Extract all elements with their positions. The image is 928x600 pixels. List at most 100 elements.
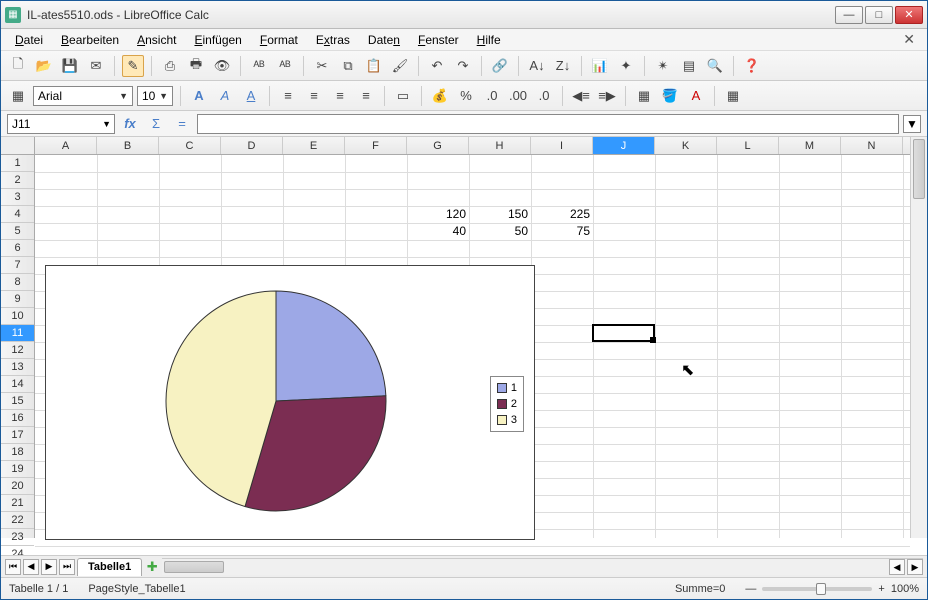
row-header-15[interactable]: 15 (1, 393, 34, 410)
spreadsheet-grid[interactable]: ABCDEFGHIJKLMN 1234567891011121314151617… (1, 137, 927, 555)
col-header-H[interactable]: H (469, 137, 531, 154)
col-header-I[interactable]: I (531, 137, 593, 154)
scrollbar-thumb[interactable] (164, 561, 224, 573)
datasource-icon[interactable]: ▤ (678, 55, 700, 77)
zoom-icon[interactable]: 🔍 (704, 55, 726, 77)
menu-daten[interactable]: Daten (360, 31, 408, 49)
new-icon[interactable]: 🗋 (7, 55, 29, 77)
row-header-8[interactable]: 8 (1, 274, 34, 291)
fx-icon[interactable]: fx (119, 113, 141, 135)
row-header-6[interactable]: 6 (1, 240, 34, 257)
add-sheet-icon[interactable]: ✚ (144, 559, 160, 575)
col-header-E[interactable]: E (283, 137, 345, 154)
align-right-icon[interactable]: ≡ (329, 85, 351, 107)
cell-reference-input[interactable] (8, 117, 102, 131)
tab-next-icon[interactable]: ▶ (41, 559, 57, 575)
del-decimal-icon[interactable]: .0 (533, 85, 555, 107)
add-decimal-icon[interactable]: .00 (507, 85, 529, 107)
close-button[interactable]: ✕ (895, 6, 923, 24)
indent-more-icon[interactable]: ≡▶ (596, 85, 618, 107)
formula-input-box[interactable] (197, 114, 899, 134)
maximize-button[interactable]: □ (865, 6, 893, 24)
zoom-control[interactable]: — + 100% (745, 583, 919, 595)
cell-G5[interactable]: 40 (407, 223, 469, 240)
col-header-A[interactable]: A (35, 137, 97, 154)
scrollbar-thumb[interactable] (913, 139, 925, 199)
chart-icon[interactable]: 📊 (589, 55, 611, 77)
col-header-L[interactable]: L (717, 137, 779, 154)
pdf-icon[interactable]: ⎙ (159, 55, 181, 77)
menu-ansicht[interactable]: Ansicht (129, 31, 184, 49)
zoom-in-icon[interactable]: + (878, 583, 884, 595)
row-header-2[interactable]: 2 (1, 172, 34, 189)
row-header-3[interactable]: 3 (1, 189, 34, 206)
status-sum[interactable]: Summe=0 (675, 583, 725, 595)
row-header-19[interactable]: 19 (1, 461, 34, 478)
row-header-21[interactable]: 21 (1, 495, 34, 512)
row-header-10[interactable]: 10 (1, 308, 34, 325)
row-header-1[interactable]: 1 (1, 155, 34, 172)
menu-format[interactable]: Format (252, 31, 306, 49)
chart-object[interactable]: 123 (45, 265, 535, 540)
col-header-M[interactable]: M (779, 137, 841, 154)
font-name-combo[interactable]: ▼ (33, 86, 133, 106)
col-header-J[interactable]: J (593, 137, 655, 154)
col-header-K[interactable]: K (655, 137, 717, 154)
col-header-C[interactable]: C (159, 137, 221, 154)
col-header-N[interactable]: N (841, 137, 903, 154)
col-header-F[interactable]: F (345, 137, 407, 154)
row-header-5[interactable]: 5 (1, 223, 34, 240)
spellcheck-icon[interactable]: ᴬᴮ (248, 55, 270, 77)
row-header-23[interactable]: 23 (1, 529, 34, 546)
row-header-18[interactable]: 18 (1, 444, 34, 461)
minimize-button[interactable]: — (835, 6, 863, 24)
preview-icon[interactable]: 👁 (211, 55, 233, 77)
number-icon[interactable]: .0 (481, 85, 503, 107)
underline-icon[interactable]: A (240, 85, 262, 107)
sort-asc-icon[interactable]: A↓ (526, 55, 548, 77)
status-pagestyle[interactable]: PageStyle_Tabelle1 (88, 583, 185, 595)
merge-icon[interactable]: ▭ (392, 85, 414, 107)
row-header-12[interactable]: 12 (1, 342, 34, 359)
email-icon[interactable]: ✉ (85, 55, 107, 77)
menu-hilfe[interactable]: Hilfe (469, 31, 509, 49)
equals-icon[interactable]: = (171, 113, 193, 135)
col-header-G[interactable]: G (407, 137, 469, 154)
autospell-icon[interactable]: ᴬᴮ (274, 55, 296, 77)
row-header-11[interactable]: 11 (1, 325, 34, 342)
italic-icon[interactable]: A (214, 85, 236, 107)
navigator-icon[interactable]: ✦ (615, 55, 637, 77)
indent-less-icon[interactable]: ◀≡ (570, 85, 592, 107)
scroll-left-icon[interactable]: ◀ (889, 559, 905, 575)
align-center-icon[interactable]: ≡ (303, 85, 325, 107)
fontcolor-icon[interactable]: A (685, 85, 707, 107)
menu-extras[interactable]: Extras (308, 31, 358, 49)
vertical-scrollbar[interactable] (910, 137, 927, 538)
row-header-13[interactable]: 13 (1, 359, 34, 376)
tab-first-icon[interactable]: ⏮ (5, 559, 21, 575)
row-header-22[interactable]: 22 (1, 512, 34, 529)
cell-H5[interactable]: 50 (469, 223, 531, 240)
sum-icon[interactable]: Σ (145, 113, 167, 135)
scroll-right-icon[interactable]: ▶ (907, 559, 923, 575)
align-left-icon[interactable]: ≡ (277, 85, 299, 107)
undo-icon[interactable]: ↶ (426, 55, 448, 77)
column-headers[interactable]: ABCDEFGHIJKLMN (35, 137, 910, 155)
brush-icon[interactable]: 🖌 (389, 55, 411, 77)
row-header-17[interactable]: 17 (1, 427, 34, 444)
cut-icon[interactable]: ✂ (311, 55, 333, 77)
gallery-icon[interactable]: ✴ (652, 55, 674, 77)
copy-icon[interactable]: ⧉ (337, 55, 359, 77)
row-header-14[interactable]: 14 (1, 376, 34, 393)
styles-icon[interactable]: ▦ (7, 85, 29, 107)
edit-icon[interactable]: ✎ (122, 55, 144, 77)
menu-einfuegen[interactable]: Einfügen (186, 31, 249, 49)
help-icon[interactable]: ❓ (741, 55, 763, 77)
bold-icon[interactable]: A (188, 85, 210, 107)
row-headers[interactable]: 123456789101112131415161718192021222324 (1, 155, 35, 538)
sheet-tab[interactable]: Tabelle1 (77, 558, 142, 576)
font-size-combo[interactable]: ▼ (137, 86, 173, 106)
col-header-D[interactable]: D (221, 137, 283, 154)
row-header-20[interactable]: 20 (1, 478, 34, 495)
font-size-input[interactable] (142, 89, 157, 103)
